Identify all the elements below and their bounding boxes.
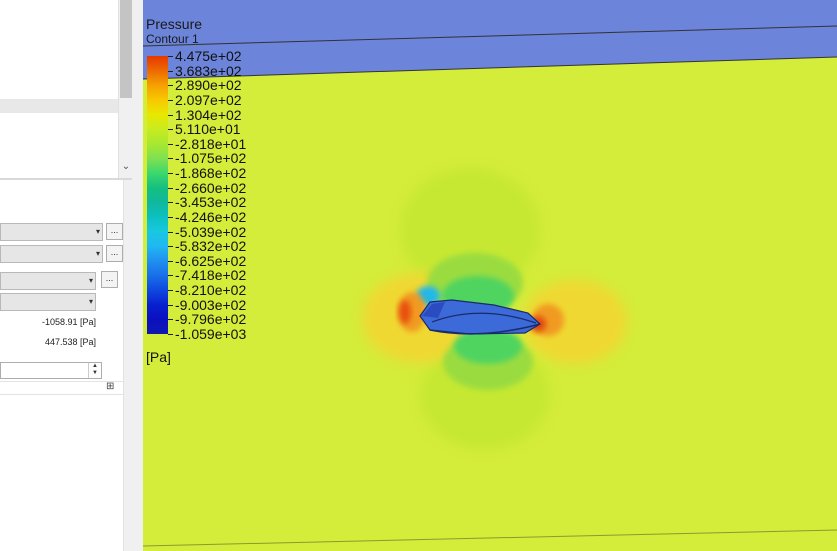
legend-label: -9.003e+02 — [175, 297, 247, 313]
variable-browse-button[interactable]: ... — [101, 271, 118, 288]
legend-tick — [168, 217, 173, 218]
legend-tick — [168, 246, 173, 247]
legend-color-bar — [147, 56, 168, 334]
tree-scrollbar[interactable]: ⌄ — [118, 0, 133, 178]
legend-label: -5.039e+02 — [175, 224, 247, 240]
legend-tick — [168, 202, 173, 203]
chevron-down-icon: ▾ — [88, 297, 93, 306]
legend-tick — [168, 71, 173, 72]
locations-combo[interactable]: ▾ — [0, 245, 103, 263]
levels-spinner[interactable]: ▲ ▼ — [88, 363, 101, 378]
chevron-down-icon: ▾ — [88, 276, 93, 285]
legend-tick — [168, 115, 173, 116]
legend-label: -7.418e+02 — [175, 267, 247, 283]
legend-label: -3.453e+02 — [175, 194, 247, 210]
legend-tick — [168, 305, 173, 306]
legend-label: -5.832e+02 — [175, 238, 247, 254]
levels-input[interactable] — [0, 362, 102, 379]
legend-label: 2.890e+02 — [175, 77, 242, 93]
legend-tick — [168, 56, 173, 57]
outline-tree[interactable] — [0, 0, 132, 178]
legend-tick — [168, 129, 173, 130]
legend-tick — [168, 232, 173, 233]
scroll-down-icon[interactable]: ⌄ — [119, 160, 133, 174]
legend-title: Pressure — [146, 16, 203, 32]
range-combo[interactable]: ▾ — [0, 293, 96, 311]
domains-browse-button[interactable]: ... — [106, 223, 123, 240]
legend-tick — [168, 319, 173, 320]
legend-label: -2.660e+02 — [175, 180, 247, 196]
legend-subtitle: Contour 1 — [146, 32, 199, 46]
legend-label: -1.075e+02 — [175, 150, 247, 166]
legend-tick — [168, 188, 173, 189]
panel-border — [123, 180, 143, 551]
left-panel: ⌄ ▾ ... ▾ ... ▾ ... ▾ -1058.91 [Pa] 447.… — [0, 0, 143, 551]
chevron-down-icon: ▾ — [95, 249, 100, 258]
spin-down-icon[interactable]: ▼ — [89, 370, 101, 377]
legend-label: -4.246e+02 — [175, 209, 247, 225]
legend-unit: [Pa] — [146, 349, 171, 365]
legend-label: 2.097e+02 — [175, 92, 242, 108]
legend-label: -2.818e+01 — [175, 136, 247, 152]
legend-label: -6.625e+02 — [175, 253, 247, 269]
max-value: 447.538 [Pa] — [44, 337, 96, 347]
legend-label: -1.059e+03 — [175, 326, 247, 342]
legend-label: 3.683e+02 — [175, 63, 242, 79]
legend-tick — [168, 275, 173, 276]
pressure-contour-plot — [143, 0, 837, 551]
legend-tick — [168, 261, 173, 262]
contour-region — [399, 300, 411, 324]
legend-tick — [168, 173, 173, 174]
domains-combo[interactable]: ▾ — [0, 223, 103, 241]
legend-label: 4.475e+02 — [175, 48, 242, 64]
legend-label: -8.210e+02 — [175, 282, 247, 298]
legend-tick — [168, 144, 173, 145]
legend-tick — [168, 290, 173, 291]
legend-tick — [168, 100, 173, 101]
expand-icon[interactable]: ⊞ — [106, 382, 114, 392]
legend-label: -9.796e+02 — [175, 311, 247, 327]
legend-label: 1.304e+02 — [175, 107, 242, 123]
legend-tick — [168, 334, 173, 335]
chevron-down-icon: ▾ — [95, 227, 100, 236]
collapsed-section-row[interactable] — [0, 381, 123, 395]
3d-viewer[interactable] — [143, 0, 837, 551]
legend-label: -1.868e+02 — [175, 165, 247, 181]
min-value: -1058.91 [Pa] — [41, 317, 96, 327]
legend-label: 5.110e+01 — [175, 121, 241, 137]
variable-combo[interactable]: ▾ — [0, 272, 96, 290]
tree-selected-row[interactable] — [0, 99, 118, 113]
legend-tick — [168, 85, 173, 86]
spin-up-icon[interactable]: ▲ — [89, 363, 101, 370]
tree-scrollbar-thumb[interactable] — [120, 0, 132, 98]
locations-browse-button[interactable]: ... — [106, 245, 123, 262]
legend-tick — [168, 158, 173, 159]
